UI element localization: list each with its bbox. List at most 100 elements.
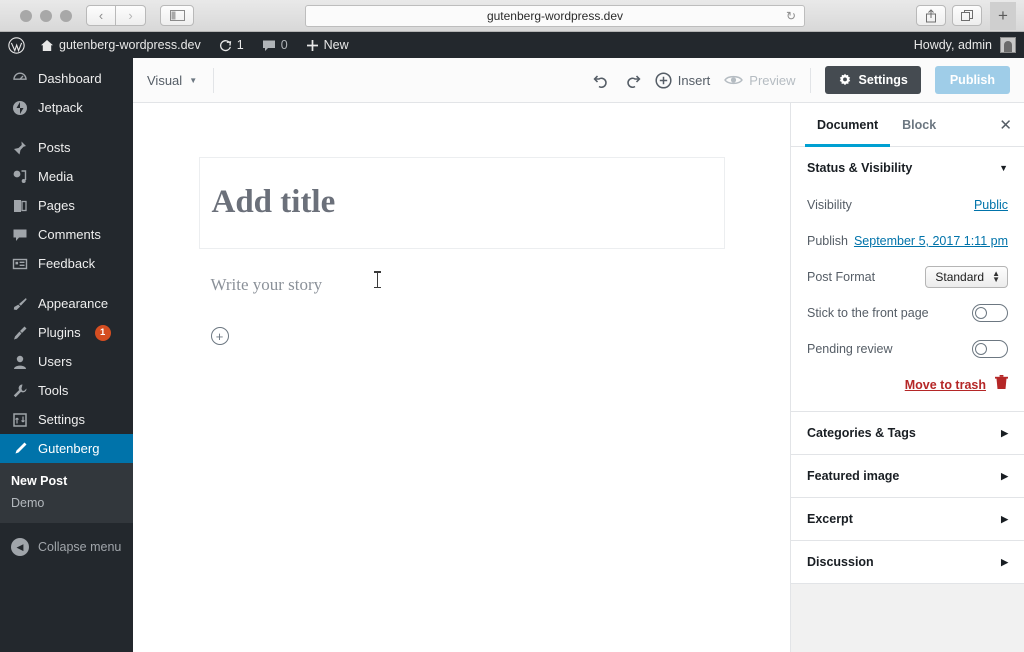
sidebar-item-users[interactable]: Users bbox=[0, 347, 133, 376]
toggle-knob bbox=[975, 307, 987, 319]
tab-document[interactable]: Document bbox=[805, 103, 890, 147]
plus-icon bbox=[306, 39, 318, 51]
sidebar-item-label: Media bbox=[38, 169, 74, 184]
sidebar-item-posts[interactable]: Posts bbox=[0, 133, 133, 162]
navigation-buttons[interactable]: ‹ › bbox=[86, 5, 146, 26]
sidebar-item-media[interactable]: Media bbox=[0, 162, 133, 191]
settings-button[interactable]: Settings bbox=[824, 66, 921, 94]
discussion-panel: Discussion ▶ bbox=[791, 541, 1024, 584]
featured-image-header[interactable]: Featured image ▶ bbox=[791, 455, 1024, 497]
preview-button[interactable]: Preview bbox=[724, 73, 796, 88]
wp-admin-bar: gutenberg-wordpress.dev 1 0 New Howdy, a… bbox=[0, 32, 1024, 58]
sidebar-item-label: Plugins bbox=[38, 325, 81, 340]
submenu-item-new-post[interactable]: New Post bbox=[0, 470, 133, 492]
post-format-row: Post Format Standard ▲ ▼ bbox=[807, 261, 1008, 293]
wordpress-logo-menu[interactable] bbox=[0, 32, 31, 58]
excerpt-panel: Excerpt ▶ bbox=[791, 498, 1024, 541]
sidebar-item-gutenberg[interactable]: Gutenberg bbox=[0, 434, 133, 463]
publish-button[interactable]: Publish bbox=[934, 66, 1010, 94]
back-button[interactable]: ‹ bbox=[86, 5, 116, 26]
toolbar-divider bbox=[213, 67, 215, 93]
tools-icon bbox=[11, 382, 29, 400]
tab-block[interactable]: Block bbox=[890, 103, 948, 147]
jetpack-icon bbox=[11, 99, 29, 117]
sidebar-item-label: Gutenberg bbox=[38, 441, 100, 456]
trash-icon[interactable] bbox=[995, 375, 1008, 395]
undo-button[interactable] bbox=[593, 73, 610, 88]
sidebar-item-tools[interactable]: Tools bbox=[0, 376, 133, 405]
comments-menu[interactable]: 0 bbox=[253, 32, 297, 58]
sidebar-item-settings[interactable]: Settings bbox=[0, 405, 133, 434]
status-visibility-header[interactable]: Status & Visibility ▼ bbox=[791, 147, 1024, 189]
redo-icon bbox=[624, 73, 641, 88]
window-controls[interactable] bbox=[20, 9, 72, 22]
collapse-menu-button[interactable]: ◀ Collapse menu bbox=[0, 532, 133, 562]
address-bar-container: gutenberg-wordpress.dev ↻ bbox=[194, 4, 916, 27]
editor-mode-dropdown[interactable]: Visual ▼ bbox=[147, 73, 213, 88]
editor-toolbar: Visual ▼ Insert Preview Settings Publish bbox=[133, 58, 1024, 103]
home-icon bbox=[41, 39, 53, 51]
sidebar-item-appearance[interactable]: Appearance bbox=[0, 289, 133, 318]
insert-label: Insert bbox=[677, 72, 711, 88]
gutenberg-submenu: New Post Demo bbox=[0, 463, 133, 523]
sidebar-item-pages[interactable]: Pages bbox=[0, 191, 133, 220]
maximize-window-button[interactable] bbox=[60, 9, 72, 22]
forward-button[interactable]: › bbox=[116, 5, 146, 26]
discussion-header[interactable]: Discussion ▶ bbox=[791, 541, 1024, 583]
sidebar-item-feedback[interactable]: Feedback bbox=[0, 249, 133, 278]
close-window-button[interactable] bbox=[20, 9, 32, 22]
new-content-label: New bbox=[323, 38, 349, 52]
new-content-menu[interactable]: New bbox=[297, 32, 358, 58]
sidebar-item-plugins[interactable]: Plugins 1 bbox=[0, 318, 133, 347]
post-body-field[interactable]: Write your story bbox=[199, 249, 725, 295]
sidebar-item-comments[interactable]: Comments bbox=[0, 220, 133, 249]
pending-review-toggle[interactable] bbox=[972, 340, 1008, 358]
excerpt-header[interactable]: Excerpt ▶ bbox=[791, 498, 1024, 540]
sidebar-item-label: Users bbox=[38, 354, 72, 369]
address-bar-text: gutenberg-wordpress.dev bbox=[486, 8, 624, 23]
new-tab-button[interactable]: + bbox=[990, 1, 1016, 30]
user-icon bbox=[11, 353, 29, 371]
updates-menu[interactable]: 1 bbox=[210, 32, 253, 58]
address-bar[interactable]: gutenberg-wordpress.dev ↻ bbox=[305, 4, 805, 27]
toolbar-divider-2 bbox=[809, 67, 811, 93]
post-title-field[interactable]: Add title bbox=[198, 157, 725, 249]
close-icon[interactable]: ✕ bbox=[999, 116, 1012, 134]
sidebar-item-label: Tools bbox=[38, 383, 69, 398]
chevron-right-icon: ▶ bbox=[1001, 556, 1008, 567]
sidebar-item-label: Feedback bbox=[38, 256, 96, 271]
block-inserter-button[interactable]: + bbox=[199, 295, 725, 345]
my-account-menu[interactable]: Howdy, admin bbox=[914, 37, 1024, 53]
brush-icon bbox=[11, 295, 29, 313]
admin-menu: Dashboard Jetpack Posts Media Pages Comm… bbox=[0, 58, 133, 652]
sidebar-item-label: Pages bbox=[38, 198, 75, 213]
howdy-label: Howdy, admin bbox=[913, 38, 992, 52]
dashboard-icon bbox=[11, 70, 29, 88]
tabs-icon bbox=[960, 10, 973, 21]
post-format-select[interactable]: Standard ▲ ▼ bbox=[925, 266, 1008, 288]
visibility-value-link[interactable]: Public bbox=[974, 198, 1008, 212]
toggle-knob bbox=[975, 343, 987, 355]
insert-button[interactable]: Insert bbox=[655, 71, 711, 89]
redo-button[interactable] bbox=[624, 73, 641, 88]
reload-icon[interactable]: ↻ bbox=[786, 9, 796, 23]
site-name-menu[interactable]: gutenberg-wordpress.dev bbox=[31, 32, 210, 58]
publish-label: Publish bbox=[807, 234, 848, 248]
sticky-toggle[interactable] bbox=[972, 304, 1008, 322]
panel-title: Status & Visibility bbox=[807, 161, 913, 175]
move-to-trash-link[interactable]: Move to trash bbox=[905, 378, 986, 392]
eye-icon bbox=[724, 73, 744, 87]
publish-date-link[interactable]: September 5, 2017 1:11 pm bbox=[854, 234, 1008, 248]
submenu-item-demo[interactable]: Demo bbox=[0, 492, 133, 514]
sidebar-item-label: Jetpack bbox=[38, 100, 83, 115]
categories-tags-header[interactable]: Categories & Tags ▶ bbox=[791, 412, 1024, 454]
move-to-trash-row: Move to trash bbox=[807, 375, 1008, 395]
sidebar-item-jetpack[interactable]: Jetpack bbox=[0, 93, 133, 122]
show-tabs-button[interactable] bbox=[952, 5, 982, 26]
sidebar-item-dashboard[interactable]: Dashboard bbox=[0, 64, 133, 93]
publish-date-row: Publish September 5, 2017 1:11 pm bbox=[807, 225, 1008, 257]
share-button[interactable] bbox=[916, 5, 946, 26]
minimize-window-button[interactable] bbox=[40, 9, 52, 22]
post-wrapper: Add title Write your story + bbox=[198, 157, 725, 345]
sidebar-toggle-button[interactable] bbox=[160, 5, 194, 26]
